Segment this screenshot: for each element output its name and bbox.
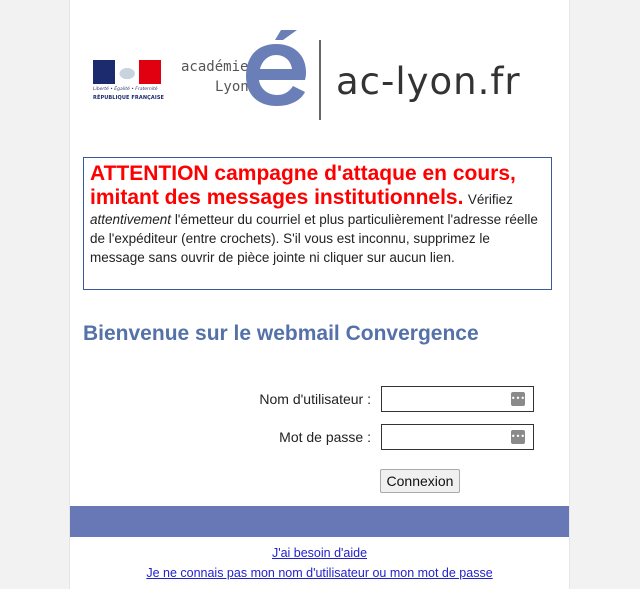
connexion-button[interactable]: Connexion (380, 469, 460, 493)
alert-headline: ATTENTION campagne d'attaque en cours, i… (90, 162, 516, 209)
marianne-flag-icon (93, 60, 161, 84)
username-input[interactable] (382, 387, 510, 411)
republique-motto: Liberté • Égalité • Fraternité (93, 87, 158, 92)
login-page: Liberté • Égalité • Fraternité RÉPUBLIQU… (69, 0, 570, 589)
alert-body-prefix: Vérifiez (467, 192, 513, 207)
username-label: Nom d'utilisateur : (259, 391, 371, 407)
alert-body-emphasis: attentivement (90, 212, 172, 227)
password-field-wrapper[interactable]: ••• (381, 424, 534, 450)
password-label: Mot de passe : (279, 429, 371, 445)
republique-francaise-logo: Liberté • Égalité • Fraternité RÉPUBLIQU… (93, 60, 165, 105)
welcome-title: Bienvenue sur le webmail Convergence (83, 322, 479, 345)
logo-divider (319, 40, 321, 120)
password-manager-icon[interactable]: ••• (511, 392, 525, 406)
academie-e-logo-icon (246, 30, 306, 106)
security-alert-box: ATTENTION campagne d'attaque en cours, i… (83, 157, 552, 290)
footer-band (70, 506, 569, 537)
password-manager-icon[interactable]: ••• (511, 430, 525, 444)
help-link[interactable]: J'ai besoin d'aide (70, 546, 569, 560)
republique-name: RÉPUBLIQUE FRANÇAISE (93, 95, 165, 101)
academie-word: académie (181, 59, 249, 75)
password-input[interactable] (382, 425, 510, 449)
forgot-credentials-link[interactable]: Je ne connais pas mon nom d'utilisateur … (70, 566, 569, 580)
username-field-wrapper[interactable]: ••• (381, 386, 534, 412)
domain-logo-text: ac-lyon.fr (336, 60, 521, 103)
